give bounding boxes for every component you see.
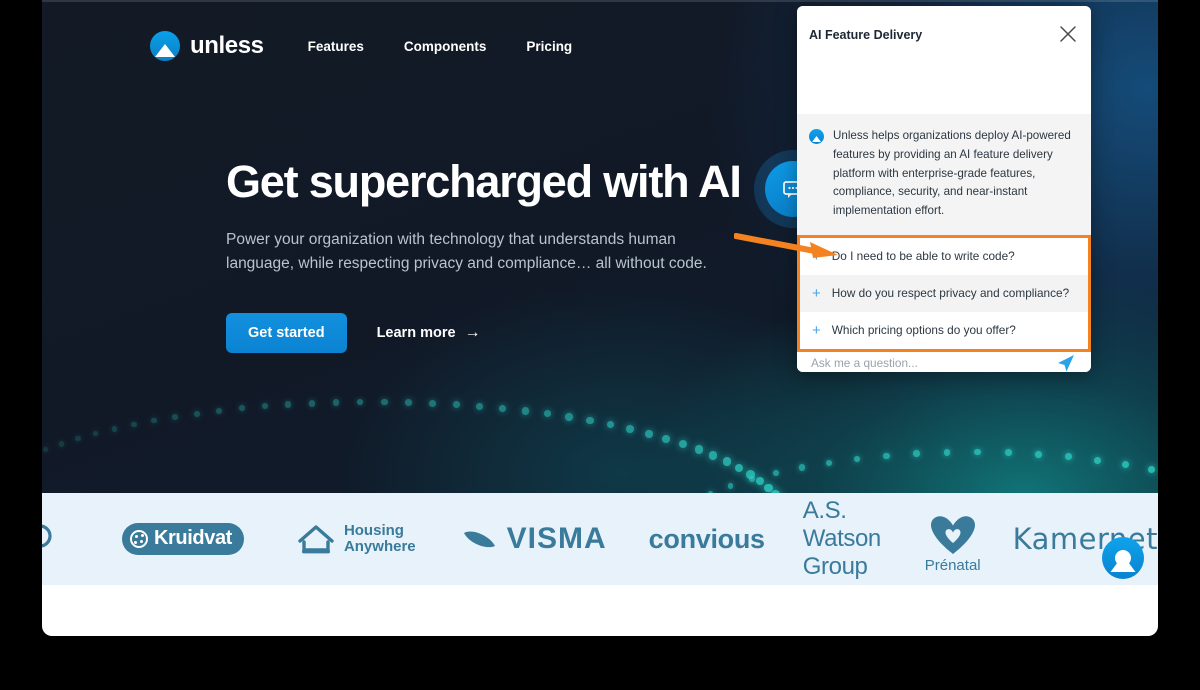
logo-item-as-watson-group: A.S. Watson Group [802, 497, 881, 580]
page-title: Get supercharged with AI [226, 156, 742, 207]
kruidvat-circle-icon [130, 529, 148, 548]
unless-arch-logo-icon [809, 129, 824, 144]
nav-links: Features Components Pricing [308, 39, 573, 54]
chat-widget-header: AI Feature Delivery [797, 6, 1091, 114]
suggested-question-1-label: Do I need to be able to write code? [831, 249, 1015, 264]
arrow-right-icon: → [464, 324, 481, 341]
nav-link-features[interactable]: Features [308, 39, 364, 54]
visma-swoosh-icon [463, 531, 495, 548]
chat-input-row [797, 351, 1091, 372]
brand-name: unless [190, 32, 264, 59]
housing-anywhere-label: Housing Anywhere [343, 521, 416, 555]
annotation-arrow-icon [734, 233, 838, 258]
unless-arch-logo-icon [1115, 550, 1131, 566]
hero-cta-row: Get started Learn more → [226, 313, 481, 353]
chat-message-area: Unless helps organizations deploy AI-pow… [797, 114, 1091, 235]
close-icon[interactable] [1057, 23, 1079, 45]
learn-more-link[interactable]: Learn more → [377, 324, 481, 342]
chat-widget: AI Feature Delivery Unless helps organiz… [797, 6, 1091, 372]
send-paper-plane-icon[interactable] [1055, 352, 1077, 372]
suggested-question-2-label: How do you respect privacy and complianc… [831, 286, 1070, 301]
hero-subheadline: Power your organization with technology … [226, 230, 707, 273]
plus-icon: + [812, 321, 821, 339]
prenatal-label: Prénatal [924, 557, 981, 574]
logo-item-visma: VISMA [462, 522, 607, 556]
chat-widget-title: AI Feature Delivery [809, 28, 923, 42]
logo-item-prenatal: Prénatal [925, 514, 981, 574]
suggested-question-3-label: Which pricing options do you offer? [831, 323, 1016, 338]
chat-input[interactable] [811, 355, 1055, 370]
kruidvat-label: Kruidvat [154, 527, 232, 549]
logo-item-convious: convious [648, 523, 765, 554]
suggested-question-1[interactable]: + Do I need to be able to write code? [800, 237, 1088, 275]
heart-icon [930, 516, 975, 554]
screenshot-root: unless Features Components Pricing Get s… [0, 0, 1200, 690]
bot-message: Unless helps organizations deploy AI-pow… [809, 127, 1079, 221]
chat-launcher-button[interactable] [1102, 537, 1144, 579]
plus-icon: + [812, 284, 821, 302]
hero-copy: Get supercharged with AI Power your orga… [226, 158, 786, 277]
logo-item-kruidvat: Kruidvat [122, 523, 244, 555]
learn-more-label: Learn more [376, 325, 456, 341]
nav-link-pricing[interactable]: Pricing [526, 39, 572, 54]
bot-message-text: Unless helps organizations deploy AI-pow… [833, 129, 1071, 218]
brand-logo[interactable]: unless [150, 31, 264, 61]
visma-label: VISMA [506, 522, 607, 555]
suggested-question-3[interactable]: + Which pricing options do you offer? [800, 311, 1088, 349]
suggested-question-2[interactable]: + How do you respect privacy and complia… [800, 274, 1088, 312]
get-started-button[interactable]: Get started [226, 313, 347, 353]
unless-arch-logo-icon [150, 31, 180, 61]
housing-line2: Anywhere [343, 538, 416, 555]
kruidvat-logo: Kruidvat [122, 523, 244, 555]
nav-link-components[interactable]: Components [404, 39, 487, 54]
customer-logo-bar: Kruidvat Housing Anywhere VISMA convious… [42, 493, 1158, 585]
logo-item-partial [42, 524, 52, 548]
housing-line1: Housing [343, 521, 404, 539]
logo-item-housing-anywhere: Housing Anywhere [296, 522, 416, 556]
house-icon [298, 525, 334, 554]
